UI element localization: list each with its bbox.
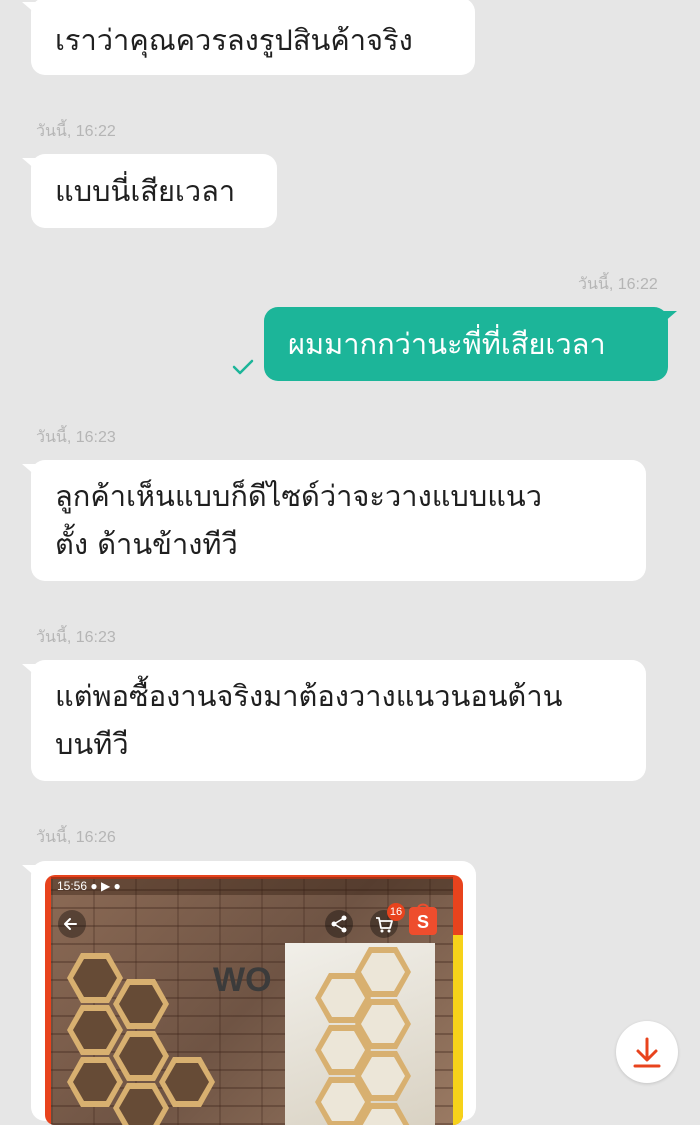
message-timestamp: วันนี้, 16:23	[36, 429, 116, 446]
message-text-line: ลูกค้าเห็นแบบก็ดีไซด์ว่าจะวางแบบแนว	[55, 479, 543, 513]
wall-logo-text: WO	[213, 961, 272, 999]
svg-text:S: S	[417, 912, 429, 932]
message-timestamp: วันนี้, 16:22	[578, 276, 658, 293]
message-bubble[interactable]: แบบนี่เสียเวลา	[22, 154, 277, 228]
message-bubble[interactable]: เราว่าคุณควรลงรูปสินค้าจริง	[22, 0, 475, 75]
chat-area: เราว่าคุณควรลงรูปสินค้าจริง วันนี้, 16:2…	[0, 0, 700, 1125]
product-photo-inset	[285, 943, 435, 1125]
message-text-line: ตั้ง ด้านข้างทีวี	[55, 527, 238, 561]
back-arrow-icon	[57, 909, 87, 943]
message-text: แบบนี่เสียเวลา	[55, 174, 236, 208]
message-timestamp: วันนี้, 16:23	[36, 629, 116, 646]
message-timestamp: วันนี้, 16:26	[36, 829, 116, 846]
message-bubble[interactable]: แต่พอซื้องานจริงมาต้องวางแนวนอนด้าน บนที…	[22, 660, 646, 781]
status-icons: ● ▶ ●	[90, 879, 121, 893]
shopee-icon: S	[407, 901, 439, 941]
message-text-line: แต่พอซื้องานจริงมาต้องวางแนวนอนด้าน	[55, 679, 563, 713]
status-time: 15:56	[57, 879, 88, 893]
message-timestamp: วันนี้, 16:22	[36, 123, 116, 140]
decorative-strip	[453, 935, 463, 1125]
message-text: ผมมากกว่านะพี่ที่เสียเวลา	[288, 327, 606, 361]
check-icon	[231, 357, 255, 381]
attached-screenshot-image[interactable]: 15:56 ● ▶ ● 16 S WO	[45, 875, 463, 1125]
share-icon	[324, 909, 354, 943]
download-button[interactable]	[616, 1021, 678, 1083]
image-message-bubble[interactable]: 15:56 ● ▶ ● 16 S WO	[22, 861, 476, 1125]
message-text-line: บนทีวี	[55, 727, 129, 761]
download-icon	[631, 1035, 663, 1073]
cart-badge: 16	[387, 903, 405, 921]
message-text: เราว่าคุณควรลงรูปสินค้าจริง	[55, 23, 413, 57]
screenshot-status-bar: 15:56 ● ▶ ●	[51, 877, 453, 895]
message-bubble[interactable]: ลูกค้าเห็นแบบก็ดีไซด์ว่าจะวางแบบแนว ตั้ง…	[22, 460, 646, 581]
message-bubble-outgoing[interactable]: ผมมากกว่านะพี่ที่เสียเวลา	[264, 307, 677, 381]
